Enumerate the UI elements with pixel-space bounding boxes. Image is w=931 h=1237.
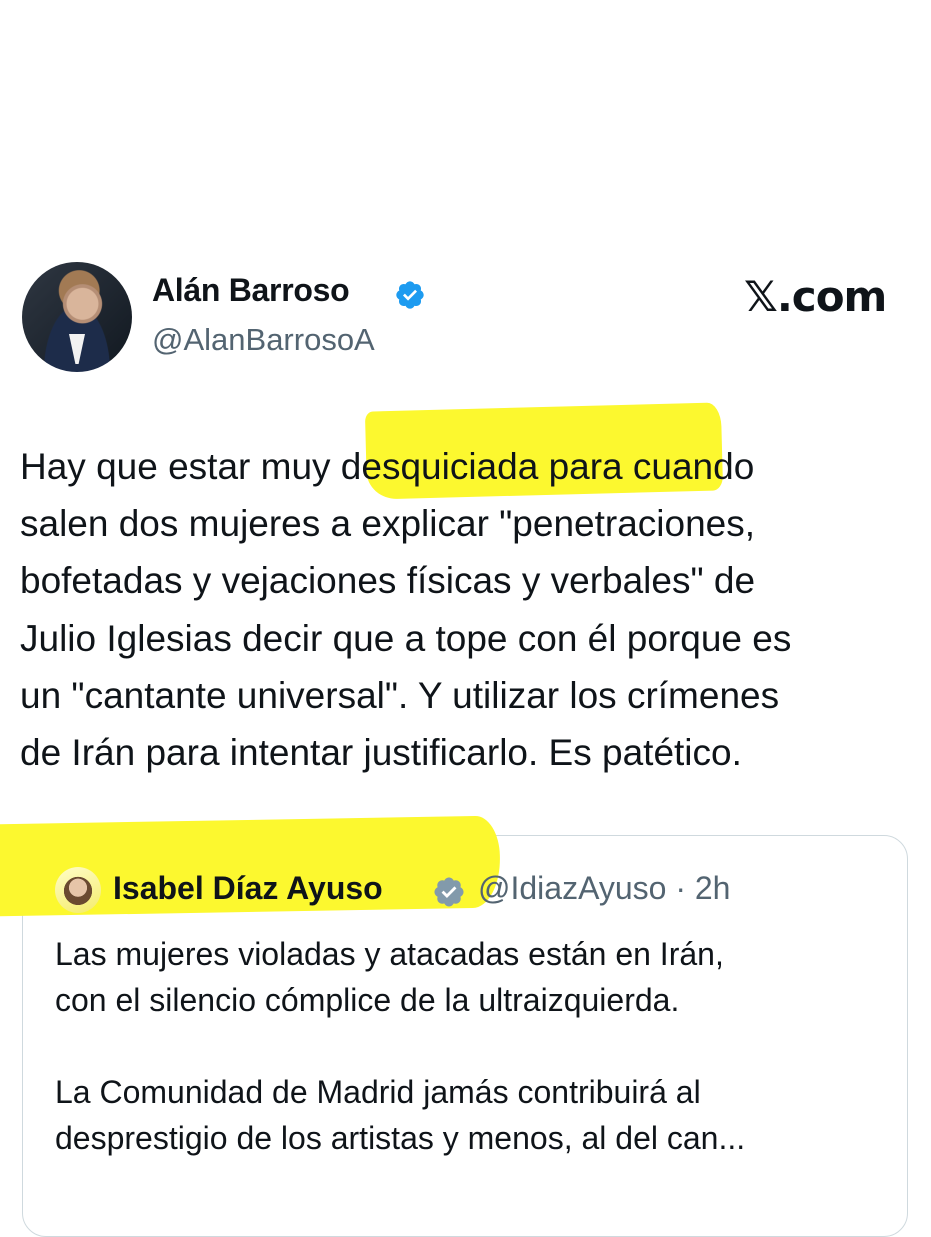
quoted-line: desprestigio de los artistas y menos, al…: [55, 1120, 746, 1156]
quoted-line: con el silencio cómplice de la ultraizqu…: [55, 982, 680, 1018]
tweet-line: bofetadas y vejaciones físicas y verbale…: [20, 560, 756, 602]
tweet-line: de Irán para intentar justificarlo. Es p…: [20, 732, 742, 774]
author-avatar[interactable]: [22, 262, 132, 372]
quoted-author-name[interactable]: Isabel Díaz Ayuso: [113, 870, 383, 907]
quoted-author-avatar[interactable]: [55, 867, 101, 913]
tweet-line: Julio Iglesias decir que a tope con él p…: [20, 617, 792, 659]
quoted-handle[interactable]: @IdiazAyuso: [478, 870, 666, 906]
quoted-text: Las mujeres violadas y atacadas están en…: [55, 931, 900, 1161]
tweet-line: Hay que estar muy desquiciada para cuand…: [20, 446, 755, 487]
quoted-line: La Comunidad de Madrid jamás contribuirá…: [55, 1074, 701, 1110]
quoted-line: Las mujeres violadas y atacadas están en…: [55, 936, 724, 972]
quoted-meta: @IdiazAyuso · 2h: [478, 870, 730, 907]
tweet-line: un "cantante universal". Y utilizar los …: [20, 674, 780, 716]
tweet-line: salen dos mujeres a explicar "penetracio…: [20, 503, 756, 545]
verified-badge-icon: [396, 281, 424, 309]
quoted-time[interactable]: · 2h: [675, 870, 730, 906]
tweet-text: Hay que estar muy desquiciada para cuand…: [20, 438, 920, 781]
avatar-collar: [69, 334, 85, 364]
author-name[interactable]: Alán Barroso: [152, 272, 350, 309]
author-handle[interactable]: @AlanBarrosoA: [152, 322, 375, 358]
government-badge-icon: [434, 877, 464, 907]
x-com-watermark: 𝕏.com: [744, 272, 887, 321]
